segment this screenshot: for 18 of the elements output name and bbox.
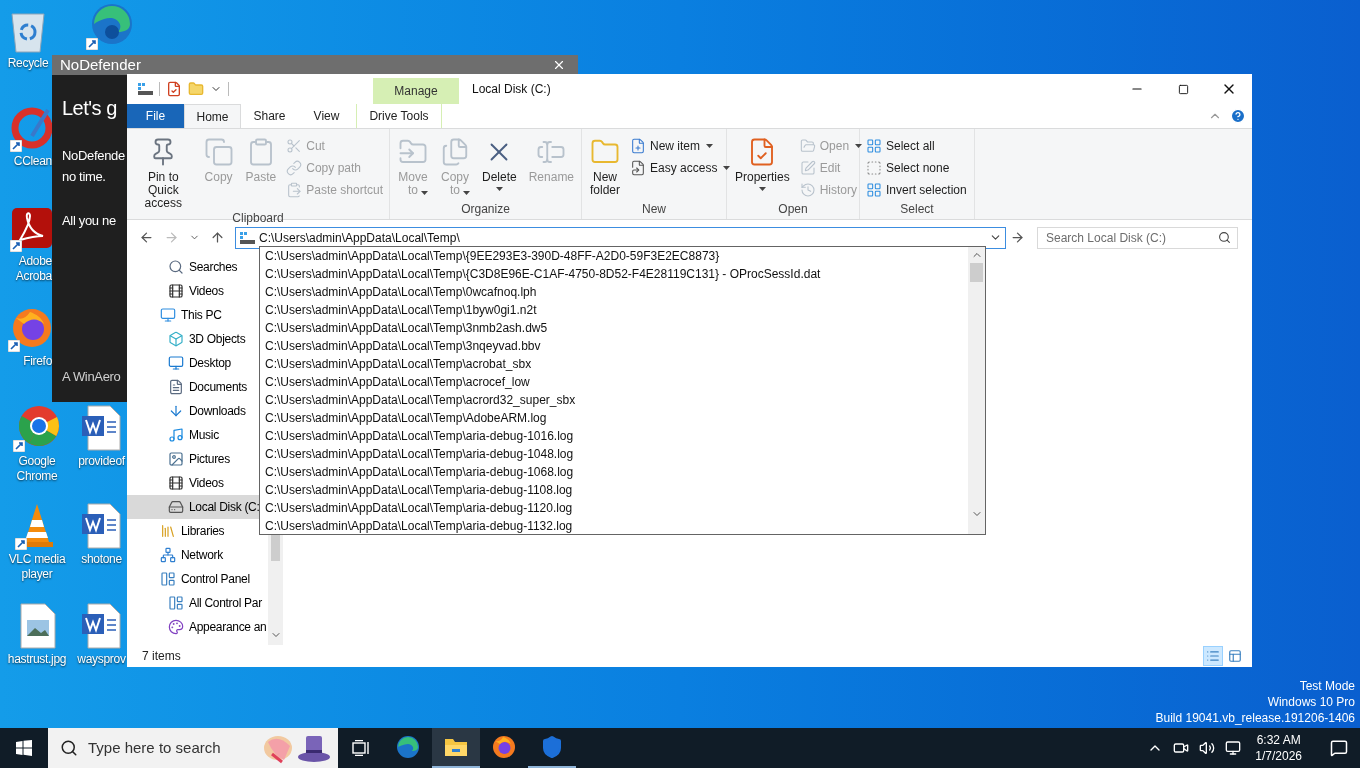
- group-label: Select: [900, 201, 934, 217]
- system-notice-text: Test Mode: [1299, 678, 1355, 694]
- clock-date: 1/7/2026: [1255, 748, 1302, 764]
- system-notice-text: Windows 10 Pro: [1267, 694, 1355, 710]
- group-label: New: [642, 201, 666, 217]
- description-text: All you ne: [62, 212, 116, 230]
- group-label: Open: [778, 201, 808, 217]
- system-notice-text: Build 19041.vb_release.191206-1406: [1155, 710, 1355, 726]
- status-text: 7 items: [142, 648, 181, 665]
- group-label: Organize: [461, 201, 510, 217]
- window-title: NoDefender: [60, 55, 141, 74]
- context-tab-group-label: Manage: [394, 83, 438, 100]
- footer-text: A WinAero: [62, 368, 121, 386]
- heading: Let's g: [62, 96, 117, 121]
- description-text: NoDefende no time.: [62, 147, 125, 186]
- window-title: Local Disk (C:): [472, 81, 551, 98]
- group-label: Clipboard: [232, 210, 284, 226]
- clock-time: 6:32 AM: [1256, 732, 1301, 748]
